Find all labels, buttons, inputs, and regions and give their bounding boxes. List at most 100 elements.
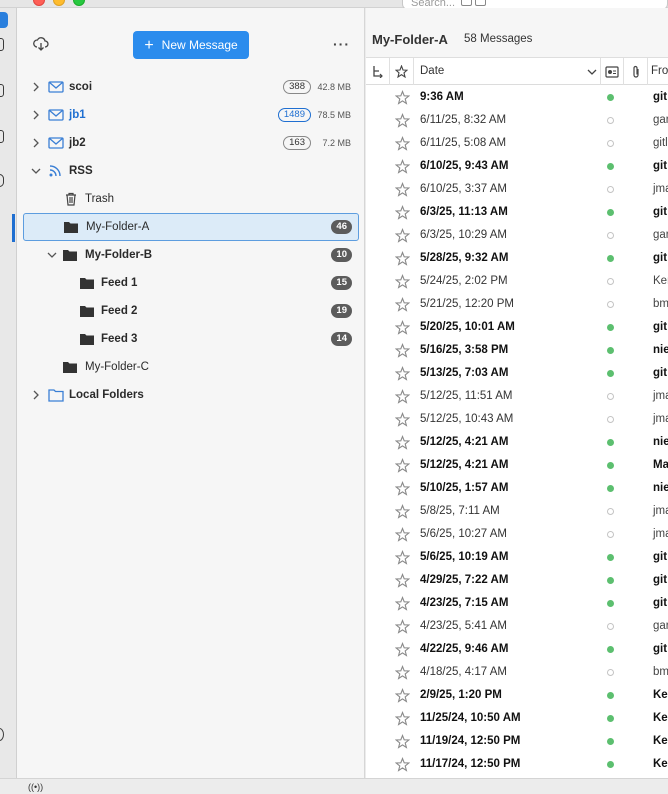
date-column-header[interactable]: Date bbox=[420, 65, 444, 77]
unread-dot-icon[interactable] bbox=[607, 715, 614, 722]
unread-dot-icon[interactable] bbox=[607, 439, 614, 446]
star-icon[interactable] bbox=[395, 642, 410, 657]
unread-dot-icon[interactable] bbox=[607, 554, 614, 561]
message-row[interactable]: 5/12/25, 4:21 AM nie bbox=[366, 431, 668, 454]
message-row[interactable]: 4/29/25, 7:22 AM git bbox=[366, 569, 668, 592]
star-icon[interactable] bbox=[395, 182, 410, 197]
unread-dot-icon[interactable] bbox=[607, 324, 614, 331]
chevron-down-icon[interactable] bbox=[47, 250, 57, 260]
account-row-jb2[interactable]: jb2 163 7.2 MB bbox=[17, 129, 365, 157]
message-row[interactable]: 5/10/25, 1:57 AM nie bbox=[366, 477, 668, 500]
get-messages-icon[interactable] bbox=[33, 36, 49, 52]
star-icon[interactable] bbox=[395, 90, 410, 105]
minimize-window-button[interactable] bbox=[53, 0, 65, 6]
message-row[interactable]: 5/20/25, 10:01 AM git bbox=[366, 316, 668, 339]
chevron-right-icon[interactable] bbox=[31, 110, 41, 120]
message-row[interactable]: 5/13/25, 7:03 AM git bbox=[366, 362, 668, 385]
more-options-icon[interactable]: ··· bbox=[333, 36, 350, 52]
sort-toggle[interactable] bbox=[584, 58, 600, 85]
folder-row-feed-1[interactable]: Feed 1 15 bbox=[17, 269, 365, 297]
zoom-window-button[interactable] bbox=[73, 0, 85, 6]
star-icon[interactable] bbox=[395, 159, 410, 174]
unread-dot-icon[interactable] bbox=[607, 462, 614, 469]
read-dot-icon[interactable] bbox=[607, 416, 614, 423]
account-row-local-folders[interactable]: Local Folders bbox=[17, 381, 365, 409]
read-dot-icon[interactable] bbox=[607, 278, 614, 285]
folder-row-feed-2[interactable]: Feed 2 19 bbox=[17, 297, 365, 325]
address-book-space-icon[interactable] bbox=[0, 38, 4, 51]
tasks-space-icon[interactable] bbox=[0, 130, 4, 143]
folder-row-my-folder-c[interactable]: My-Folder-C bbox=[17, 353, 365, 381]
star-icon[interactable] bbox=[395, 550, 410, 565]
read-dot-icon[interactable] bbox=[607, 623, 614, 630]
star-icon[interactable] bbox=[395, 757, 410, 772]
mail-space-icon[interactable] bbox=[0, 12, 8, 28]
new-message-button[interactable]: + New Message bbox=[133, 31, 249, 59]
star-icon[interactable] bbox=[395, 113, 410, 128]
read-dot-icon[interactable] bbox=[607, 669, 614, 676]
message-row[interactable]: 4/18/25, 4:17 AM bm bbox=[366, 661, 668, 684]
unread-dot-icon[interactable] bbox=[607, 738, 614, 745]
account-row-scoi[interactable]: scoi 388 42.8 MB bbox=[17, 73, 365, 101]
star-column-header[interactable] bbox=[390, 58, 414, 85]
unread-dot-icon[interactable] bbox=[607, 209, 614, 216]
message-row[interactable]: 6/11/25, 8:32 AM gar bbox=[366, 109, 668, 132]
star-icon[interactable] bbox=[395, 596, 410, 611]
chevron-down-icon[interactable] bbox=[31, 166, 41, 176]
star-icon[interactable] bbox=[395, 619, 410, 634]
attachment-column-header[interactable] bbox=[624, 58, 648, 85]
star-icon[interactable] bbox=[395, 412, 410, 427]
message-row[interactable]: 6/3/25, 11:13 AM git bbox=[366, 201, 668, 224]
message-row[interactable]: 5/6/25, 10:19 AM git bbox=[366, 546, 668, 569]
chevron-right-icon[interactable] bbox=[31, 138, 41, 148]
read-dot-icon[interactable] bbox=[607, 232, 614, 239]
unread-dot-icon[interactable] bbox=[607, 577, 614, 584]
star-icon[interactable] bbox=[395, 481, 410, 496]
message-row[interactable]: 4/22/25, 9:46 AM git bbox=[366, 638, 668, 661]
message-row[interactable]: 4/23/25, 5:41 AM gar bbox=[366, 615, 668, 638]
unread-dot-icon[interactable] bbox=[607, 347, 614, 354]
message-row[interactable]: 6/10/25, 9:43 AM git bbox=[366, 155, 668, 178]
unread-dot-icon[interactable] bbox=[607, 485, 614, 492]
unread-dot-icon[interactable] bbox=[607, 646, 614, 653]
read-status-column-header[interactable] bbox=[600, 58, 624, 85]
star-icon[interactable] bbox=[395, 136, 410, 151]
star-icon[interactable] bbox=[395, 504, 410, 519]
thread-column-header[interactable] bbox=[366, 58, 390, 85]
star-icon[interactable] bbox=[395, 734, 410, 749]
message-row[interactable]: 5/12/25, 4:21 AM Ma bbox=[366, 454, 668, 477]
unread-dot-icon[interactable] bbox=[607, 600, 614, 607]
calendar-space-icon[interactable] bbox=[0, 84, 4, 97]
folder-row-my-folder-a[interactable]: My-Folder-A 46 bbox=[12, 213, 359, 242]
unread-dot-icon[interactable] bbox=[607, 163, 614, 170]
message-row[interactable]: 11/25/24, 10:50 AM Ker bbox=[366, 707, 668, 730]
read-dot-icon[interactable] bbox=[607, 301, 614, 308]
star-icon[interactable] bbox=[395, 711, 410, 726]
star-icon[interactable] bbox=[395, 320, 410, 335]
star-icon[interactable] bbox=[395, 297, 410, 312]
message-row[interactable]: 2/9/25, 1:20 PM Ker bbox=[366, 684, 668, 707]
unread-dot-icon[interactable] bbox=[607, 255, 614, 262]
unread-dot-icon[interactable] bbox=[607, 370, 614, 377]
star-icon[interactable] bbox=[395, 251, 410, 266]
star-icon[interactable] bbox=[395, 573, 410, 588]
read-dot-icon[interactable] bbox=[607, 140, 614, 147]
message-row[interactable]: 5/6/25, 10:27 AM jma bbox=[366, 523, 668, 546]
read-dot-icon[interactable] bbox=[607, 508, 614, 515]
close-window-button[interactable] bbox=[33, 0, 45, 6]
star-icon[interactable] bbox=[395, 527, 410, 542]
star-icon[interactable] bbox=[395, 435, 410, 450]
read-dot-icon[interactable] bbox=[607, 393, 614, 400]
message-row[interactable]: 5/21/25, 12:20 PM bm bbox=[366, 293, 668, 316]
star-icon[interactable] bbox=[395, 389, 410, 404]
star-icon[interactable] bbox=[395, 665, 410, 680]
star-icon[interactable] bbox=[395, 343, 410, 358]
message-row[interactable]: 5/24/25, 2:02 PM Ker bbox=[366, 270, 668, 293]
read-dot-icon[interactable] bbox=[607, 117, 614, 124]
chevron-right-icon[interactable] bbox=[31, 390, 41, 400]
star-icon[interactable] bbox=[395, 366, 410, 381]
star-icon[interactable] bbox=[395, 274, 410, 289]
message-row[interactable]: 5/28/25, 9:32 AM git bbox=[366, 247, 668, 270]
folder-row-feed-3[interactable]: Feed 3 14 bbox=[17, 325, 365, 353]
unread-dot-icon[interactable] bbox=[607, 692, 614, 699]
